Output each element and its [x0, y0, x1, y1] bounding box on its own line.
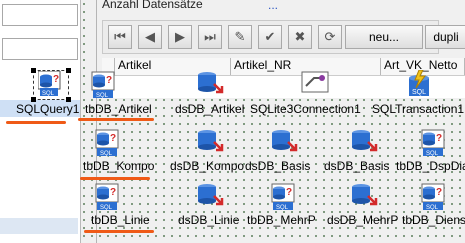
component-label: tbDB_Linie	[91, 213, 150, 227]
svg-text:SQL: SQL	[100, 151, 113, 157]
record-count-label: Anzahl Datensätze	[102, 0, 203, 11]
annotation-underline	[80, 177, 150, 180]
post-icon[interactable]: ✔	[258, 25, 282, 49]
sqlquery-label: SQLQuery1	[16, 102, 80, 116]
sql-query-icon[interactable]: ? SQL	[420, 128, 452, 160]
edit-icon[interactable]: ✎	[228, 25, 252, 49]
datasource-icon[interactable]	[350, 128, 382, 160]
transaction-icon[interactable]: SQL	[405, 69, 437, 102]
resize-handle[interactable]	[31, 68, 36, 73]
component-label: dsDB_MehrP	[327, 213, 399, 227]
component-label: dsDB_Basis	[245, 159, 311, 173]
svg-text:SQL: SQL	[426, 151, 439, 157]
svg-text:SQL: SQL	[96, 93, 109, 99]
svg-text:?: ?	[110, 187, 116, 198]
sql-query-icon[interactable]: ? SQL	[270, 182, 302, 214]
next-icon[interactable]: ▶	[168, 25, 192, 49]
sql-query-icon[interactable]: ? SQL	[90, 70, 122, 102]
datasource-icon[interactable]	[196, 70, 228, 102]
datasource-icon[interactable]	[270, 128, 302, 160]
left-input-2[interactable]	[2, 38, 78, 60]
record-count-ellipsis: ...	[268, 0, 279, 12]
component-label: dsDB_Kompo	[170, 159, 245, 173]
component-label: tbDB_Artikel	[85, 102, 152, 116]
duplicate-button[interactable]: dupli	[425, 25, 465, 49]
component-label: dsDB_Artikel	[175, 102, 245, 116]
svg-text:SQL: SQL	[100, 205, 113, 211]
connection-icon[interactable]	[300, 70, 332, 102]
left-input-1[interactable]	[2, 4, 78, 26]
component-label: SQLite3Connection1	[250, 102, 361, 116]
component-label: dsDB_Basis	[324, 159, 390, 173]
resize-handle[interactable]	[66, 68, 71, 73]
component-label: tbDB_Kompo	[83, 159, 155, 173]
first-icon[interactable]: ⏮	[108, 25, 132, 49]
datasource-icon[interactable]	[350, 182, 382, 214]
svg-text:?: ?	[436, 187, 442, 198]
component-label: tbDB_DspDiag	[396, 159, 465, 173]
svg-text:?: ?	[106, 75, 112, 86]
left-band	[0, 218, 78, 234]
svg-text:?: ?	[436, 133, 442, 144]
svg-text:SQL: SQL	[42, 91, 55, 97]
annotation-underline	[78, 118, 154, 121]
svg-text:?: ?	[53, 74, 59, 85]
annotation-underline	[6, 121, 66, 124]
cancel-icon[interactable]: ✖	[288, 25, 312, 49]
sql-query-icon[interactable]: ? SQL	[94, 182, 126, 214]
svg-text:?: ?	[286, 187, 292, 198]
datasource-icon[interactable]	[196, 182, 228, 214]
refresh-icon[interactable]: ⟳	[318, 25, 342, 49]
component-label: dsDB_Linie	[178, 213, 240, 227]
svg-text:?: ?	[110, 133, 116, 144]
component-label: tbDB_DienstL	[402, 213, 465, 227]
component-label: SQLTransaction1	[372, 102, 465, 116]
sql-query-icon: ? SQL	[38, 71, 61, 97]
sql-query-icon[interactable]: ? SQL	[94, 128, 126, 160]
component-label: tbDB_MehrP	[247, 213, 316, 227]
new-button[interactable]: neu...	[345, 25, 423, 49]
svg-text:SQL: SQL	[426, 205, 439, 211]
svg-text:SQL: SQL	[412, 89, 426, 96]
last-icon[interactable]: ⏭	[198, 25, 222, 49]
sql-query-icon[interactable]: ? SQL	[420, 182, 452, 214]
svg-text:SQL: SQL	[276, 205, 289, 211]
datasource-icon[interactable]	[196, 128, 228, 160]
prior-icon[interactable]: ◀	[138, 25, 162, 49]
annotation-underline	[84, 230, 154, 233]
